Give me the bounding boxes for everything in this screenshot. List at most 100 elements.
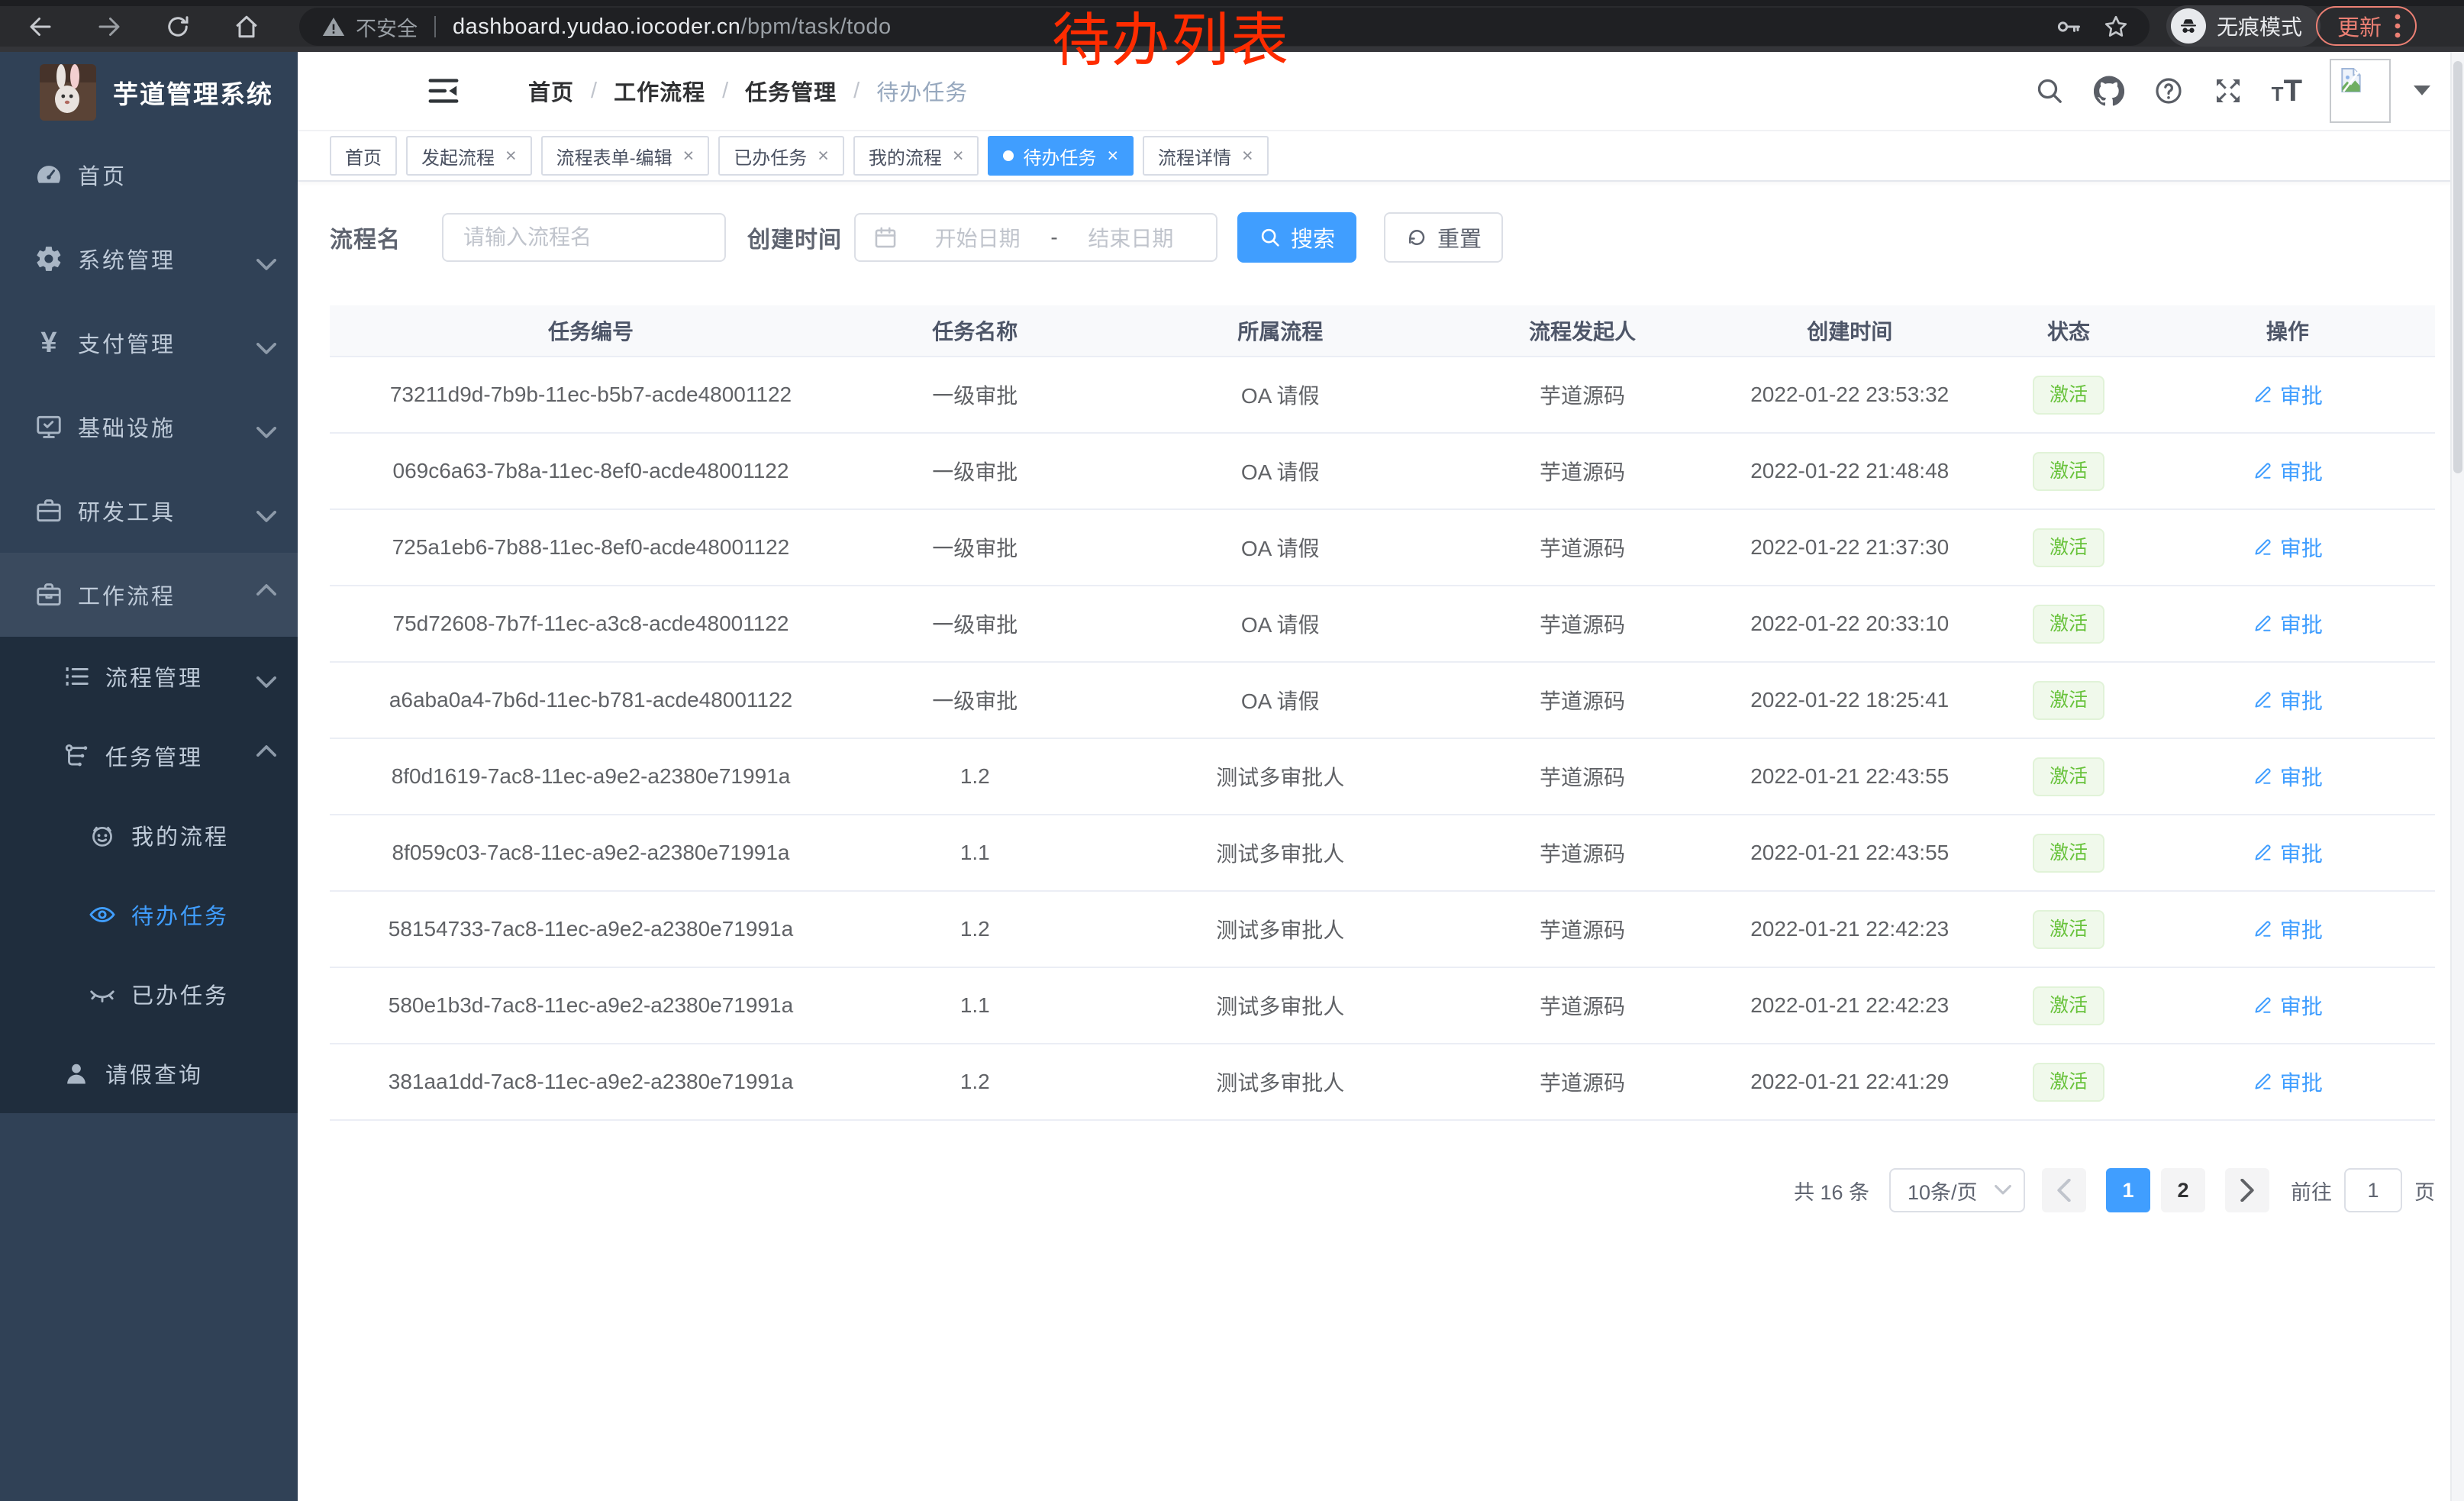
- chrome-top-strip: [0, 0, 2464, 6]
- page-button-2[interactable]: 2: [2161, 1168, 2205, 1212]
- date-range-picker[interactable]: 开始日期 - 结束日期: [854, 213, 1217, 262]
- browser-menu-icon[interactable]: [2394, 13, 2401, 39]
- task-id-cell: 73211d9d-7b9b-11ec-b5b7-acde48001122: [330, 383, 852, 407]
- back-icon[interactable]: [23, 9, 58, 44]
- password-key-icon[interactable]: [2055, 13, 2082, 40]
- breadcrumb-item-工作流程[interactable]: 工作流程: [614, 75, 705, 107]
- sidebar-item-工作流程[interactable]: 工作流程: [0, 553, 298, 637]
- chevron-down-icon: [256, 421, 276, 434]
- approve-link[interactable]: 审批: [2253, 761, 2323, 792]
- help-icon[interactable]: [2153, 75, 2185, 107]
- url-text[interactable]: dashboard.yudao.iocoder.cn/bpm/task/todo: [453, 15, 892, 40]
- sidebar-item-请假查询[interactable]: 请假查询: [0, 1034, 298, 1113]
- font-size-icon[interactable]: TT: [2272, 76, 2302, 106]
- sidebar-item-基础设施[interactable]: 基础设施: [0, 385, 298, 469]
- sidebar-fold-icon[interactable]: [426, 73, 461, 108]
- home-icon[interactable]: [229, 9, 264, 44]
- table-row: 8f0d1619-7ac8-11ec-a9e2-a2380e71991a1.2测…: [330, 739, 2435, 815]
- incognito-badge: 无痕模式: [2166, 5, 2320, 47]
- breadcrumb-item-任务管理[interactable]: 任务管理: [745, 75, 837, 107]
- task-id-cell: 8f0d1619-7ac8-11ec-a9e2-a2380e71991a: [330, 764, 852, 789]
- approve-link[interactable]: 审批: [2253, 456, 2323, 486]
- end-date-placeholder[interactable]: 结束日期: [1063, 222, 1199, 253]
- approve-link[interactable]: 审批: [2253, 532, 2323, 563]
- approve-link[interactable]: 审批: [2253, 990, 2323, 1021]
- security-label[interactable]: 不安全: [356, 12, 418, 42]
- sidebar-item-label: 首页: [78, 159, 276, 191]
- forward-icon[interactable]: [92, 9, 127, 44]
- pen-icon: [2253, 842, 2273, 863]
- breadcrumb-item-首页[interactable]: 首页: [528, 75, 574, 107]
- sidebar-item-label: 流程管理: [105, 660, 256, 692]
- tab-close-icon[interactable]: ×: [1107, 147, 1118, 166]
- tab-已办任务[interactable]: 已办任务 ×: [718, 136, 844, 176]
- status-badge: 激活: [2033, 1063, 2104, 1102]
- task-name-cell: 1.2: [852, 1070, 1098, 1094]
- workflow-submenu: 流程管理任务管理我的流程待办任务已办任务请假查询: [0, 637, 298, 1113]
- tab-流程表单-编辑[interactable]: 流程表单-编辑×: [541, 136, 710, 176]
- sidebar-item-已办任务[interactable]: 已办任务: [0, 954, 298, 1034]
- table-row: 381aa1dd-7ac8-11ec-a9e2-a2380e71991a1.2测…: [330, 1044, 2435, 1121]
- approve-link[interactable]: 审批: [2253, 685, 2323, 715]
- page-size-select[interactable]: 10条/页: [1889, 1168, 2025, 1212]
- start-date-placeholder[interactable]: 开始日期: [909, 222, 1046, 253]
- user-avatar[interactable]: [2330, 59, 2391, 123]
- tab-待办任务[interactable]: 待办任务×: [988, 136, 1134, 176]
- approve-link[interactable]: 审批: [2253, 914, 2323, 944]
- tab-label: 首页: [345, 143, 382, 169]
- breadcrumb: 首页/工作流程/任务管理/待办任务: [528, 75, 968, 107]
- action-cell: 审批: [2140, 379, 2435, 411]
- reset-button[interactable]: 重置: [1384, 212, 1503, 263]
- page-scrollbar[interactable]: [2450, 52, 2464, 1501]
- prev-page-button[interactable]: [2042, 1168, 2086, 1212]
- tab-首页[interactable]: 首页: [330, 136, 397, 176]
- process-cell: 测试多审批人: [1098, 914, 1463, 944]
- sidebar-item-支付管理[interactable]: ¥支付管理: [0, 301, 298, 385]
- task-id-cell: 58154733-7ac8-11ec-a9e2-a2380e71991a: [330, 917, 852, 941]
- tab-close-icon[interactable]: ×: [953, 147, 964, 166]
- avatar-caret-icon[interactable]: [2414, 86, 2430, 96]
- tab-label: 已办任务: [734, 143, 807, 169]
- tab-close-icon[interactable]: ×: [818, 147, 829, 166]
- next-page-button[interactable]: [2225, 1168, 2269, 1212]
- approve-link[interactable]: 审批: [2253, 379, 2323, 410]
- process-name-input[interactable]: [442, 213, 726, 262]
- bookmark-star-icon[interactable]: [2102, 13, 2130, 40]
- fullscreen-icon[interactable]: [2212, 75, 2244, 107]
- reload-icon[interactable]: [160, 9, 195, 44]
- page-content: 流程名 创建时间 开始日期 - 结束日期 搜索 重: [298, 182, 2464, 1501]
- approve-link[interactable]: 审批: [2253, 838, 2323, 868]
- sidebar-item-研发工具[interactable]: 研发工具: [0, 469, 298, 553]
- tab-close-icon[interactable]: ×: [1242, 147, 1253, 166]
- sidebar-item-流程管理[interactable]: 流程管理: [0, 637, 298, 716]
- sidebar-item-待办任务[interactable]: 待办任务: [0, 875, 298, 954]
- app-logo-row[interactable]: 芋道管理系统: [0, 52, 298, 133]
- goto-page-input[interactable]: [2344, 1168, 2402, 1212]
- tab-发起流程[interactable]: 发起流程×: [406, 136, 532, 176]
- process-cell: 测试多审批人: [1098, 990, 1463, 1021]
- scrollbar-thumb[interactable]: [2453, 61, 2462, 473]
- approve-link[interactable]: 审批: [2253, 1067, 2323, 1097]
- approve-link[interactable]: 审批: [2253, 608, 2323, 639]
- status-cell: 激活: [1997, 376, 2140, 415]
- sidebar-item-系统管理[interactable]: 系统管理: [0, 217, 298, 301]
- sidebar-item-我的流程[interactable]: 我的流程: [0, 796, 298, 875]
- page-button-1[interactable]: 1: [2106, 1168, 2150, 1212]
- table-row: 8f059c03-7ac8-11ec-a9e2-a2380e71991a1.1测…: [330, 815, 2435, 892]
- github-icon[interactable]: [2093, 75, 2125, 107]
- tab-我的流程[interactable]: 我的流程×: [853, 136, 979, 176]
- chevron-down-icon: [256, 670, 276, 683]
- chevron-down-icon: [256, 253, 276, 266]
- search-icon[interactable]: [2033, 75, 2066, 107]
- tab-流程详情[interactable]: 流程详情×: [1143, 136, 1269, 176]
- tab-close-icon[interactable]: ×: [505, 147, 517, 166]
- breadcrumb-item-待办任务: 待办任务: [876, 75, 968, 107]
- browser-update-button[interactable]: 更新: [2316, 6, 2417, 46]
- task-name-cell: 1.2: [852, 917, 1098, 941]
- task-name-cell: 一级审批: [852, 379, 1098, 410]
- calendar-icon: [872, 224, 898, 250]
- sidebar-item-任务管理[interactable]: 任务管理: [0, 716, 298, 796]
- sidebar-item-首页[interactable]: 首页: [0, 133, 298, 217]
- tab-close-icon[interactable]: ×: [683, 147, 695, 166]
- search-button[interactable]: 搜索: [1237, 212, 1356, 263]
